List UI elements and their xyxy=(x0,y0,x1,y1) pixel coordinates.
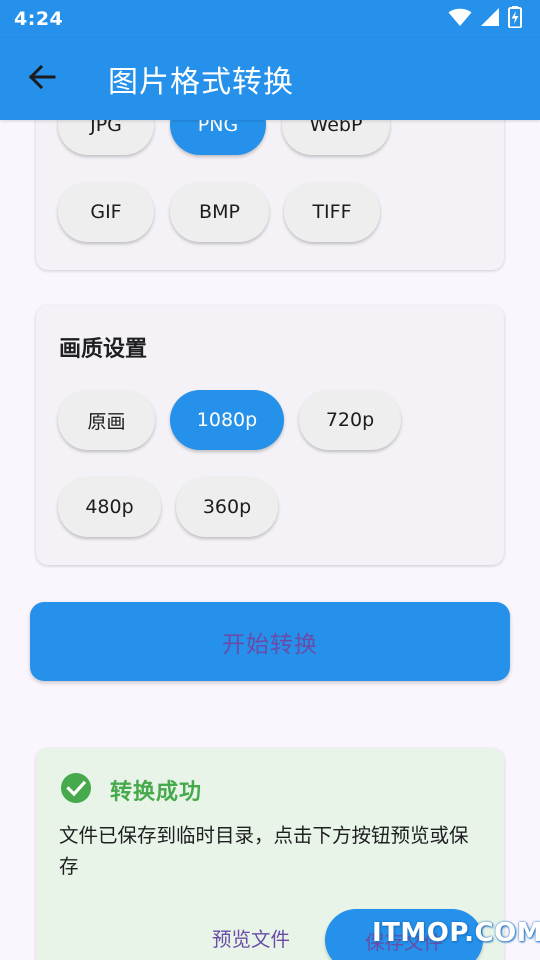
quality-chip-original[interactable]: 原画 xyxy=(58,390,155,450)
chip-label: GIF xyxy=(90,201,122,223)
app-screen: 4:24 图片格式转换 JPG PNG WebP GIF BMP TIFF 画质… xyxy=(0,0,540,960)
format-chip-tiff[interactable]: TIFF xyxy=(284,182,380,242)
quality-chip-360p[interactable]: 360p xyxy=(176,477,278,537)
arrow-back-icon xyxy=(28,63,56,95)
chip-label: 480p xyxy=(85,496,134,518)
status-time: 4:24 xyxy=(14,8,64,30)
quality-chip-1080p[interactable]: 1080p xyxy=(170,390,284,450)
quality-card: 画质设置 原画 1080p 720p 480p 360p xyxy=(36,305,504,565)
format-chip-gif[interactable]: GIF xyxy=(58,182,154,242)
chip-label: 原画 xyxy=(87,410,126,433)
wifi-icon xyxy=(448,7,472,31)
success-header: 转换成功 xyxy=(60,772,202,808)
chip-label: 1080p xyxy=(196,409,258,431)
success-title: 转换成功 xyxy=(110,780,203,805)
start-convert-button[interactable]: 开始转换 xyxy=(30,602,510,681)
cell-signal-icon xyxy=(480,7,500,31)
watermark: ITMOP.COM xyxy=(372,918,540,948)
quality-chip-720p[interactable]: 720p xyxy=(299,390,401,450)
quality-card-title: 画质设置 xyxy=(59,337,148,362)
preview-file-label: 预览文件 xyxy=(211,927,290,951)
format-chip-bmp[interactable]: BMP xyxy=(170,182,269,242)
app-bar: 图片格式转换 xyxy=(0,38,540,120)
success-message: 文件已保存到临时目录，点击下方按钮预览或保存 xyxy=(59,824,469,878)
chip-label: BMP xyxy=(199,201,240,223)
back-button[interactable] xyxy=(0,38,84,120)
check-circle-icon xyxy=(60,772,92,808)
page-title: 图片格式转换 xyxy=(108,65,294,100)
status-bar: 4:24 xyxy=(0,0,540,38)
chip-label: 720p xyxy=(325,409,375,431)
start-convert-label: 开始转换 xyxy=(222,631,318,658)
status-icons xyxy=(448,6,522,32)
chip-label: TIFF xyxy=(312,201,352,223)
battery-charging-icon xyxy=(508,6,522,32)
chip-label: 360p xyxy=(202,496,252,518)
quality-chip-480p[interactable]: 480p xyxy=(58,477,161,537)
preview-file-button[interactable]: 预览文件 xyxy=(196,908,306,960)
